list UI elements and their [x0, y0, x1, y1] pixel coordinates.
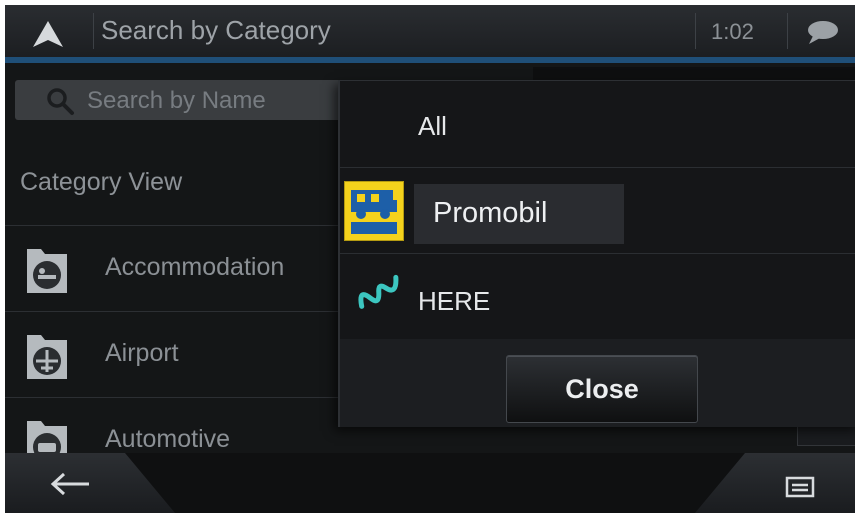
divider [5, 397, 345, 398]
category-item-accommodation[interactable]: Accommodation [5, 227, 345, 311]
navigation-arrow-icon[interactable] [31, 19, 65, 49]
dialog-footer: Close [340, 339, 855, 427]
divider [5, 311, 345, 312]
top-bar: Search by Category 1:02 [5, 5, 855, 57]
option-all[interactable]: All [340, 81, 855, 165]
menu-button[interactable] [695, 453, 855, 513]
category-label: Airport [105, 339, 179, 367]
search-icon [47, 88, 74, 115]
option-promobil[interactable]: Promobil [414, 184, 624, 244]
option-here[interactable]: HERE [340, 255, 855, 339]
divider [340, 253, 855, 254]
message-bubble-icon[interactable] [805, 19, 839, 45]
option-label: All [418, 111, 447, 141]
option-label: Promobil [433, 197, 548, 229]
navigation-screen: Search by Category 1:02 Category View Ac… [5, 5, 855, 513]
option-label: HERE [418, 286, 491, 316]
back-arrow-icon[interactable] [49, 471, 91, 497]
category-item-airport[interactable]: Airport [5, 313, 345, 397]
bed-icon [27, 249, 67, 293]
page-title: Search by Category [101, 15, 331, 45]
device-frame: Search by Category 1:02 Category View Ac… [0, 0, 859, 520]
bottom-bar [5, 453, 855, 513]
clock: 1:02 [711, 19, 754, 44]
divider [5, 225, 345, 226]
menu-icon[interactable] [785, 475, 815, 499]
airplane-icon [27, 335, 67, 379]
promobil-logo [344, 181, 404, 241]
divider [340, 167, 855, 168]
separator [93, 13, 94, 49]
category-view-label: Category View [20, 168, 183, 196]
category-label: Accommodation [105, 253, 285, 281]
provider-select-dialog: All Promobil HERE Close [338, 80, 855, 427]
separator [787, 13, 788, 49]
close-button[interactable]: Close [506, 355, 698, 423]
close-label: Close [565, 374, 639, 404]
category-label: Automotive [105, 425, 231, 453]
accent-line [5, 57, 855, 63]
separator [695, 13, 696, 49]
